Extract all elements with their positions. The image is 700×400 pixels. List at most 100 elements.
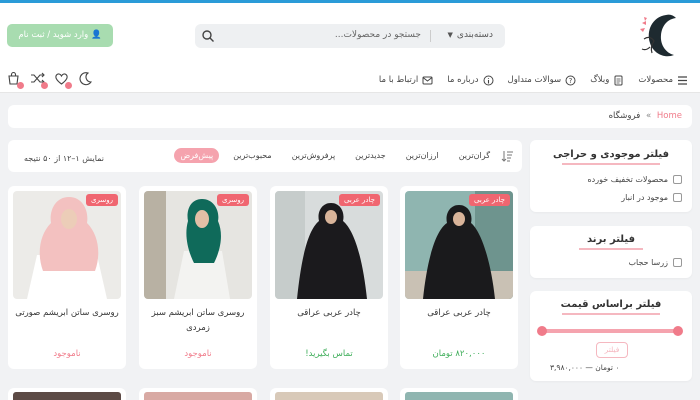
- price-filter-panel: فیلتر براساس قیمت فیلتر ۰ تومان — ۳,۹۸۰,…: [530, 291, 692, 381]
- product-card[interactable]: [270, 388, 388, 400]
- product-image[interactable]: [13, 392, 121, 400]
- sort-bar: پیش‌فرض محبوب‌ترین پرفروش‌ترین جدیدترین …: [8, 140, 522, 172]
- header-icon-group: [6, 71, 93, 89]
- sort-option-newest[interactable]: جدیدترین: [349, 148, 392, 163]
- search-icon[interactable]: [201, 29, 215, 43]
- menu-item-faq[interactable]: ? سوالات متداول: [508, 72, 577, 88]
- product-category-badge: روسری: [217, 194, 249, 206]
- menu-item-label: محصولات: [638, 75, 673, 85]
- price-slider-handle-min[interactable]: [537, 326, 547, 336]
- product-image[interactable]: [144, 392, 252, 400]
- menu-item-label: درباره ما: [447, 75, 479, 85]
- menu-item-label: ارتباط با ما: [378, 75, 419, 85]
- sort-option-popular[interactable]: محبوب‌ترین: [227, 148, 277, 163]
- brand-filter-panel: فیلتر برند زرسا حجاب: [530, 226, 692, 278]
- product-name[interactable]: روسری ساتن ابریشم سبز زمردی: [143, 306, 253, 336]
- breadcrumb: Home » فروشگاه: [8, 105, 692, 128]
- product-image[interactable]: [13, 191, 121, 299]
- filter-option-label: محصولات تخفیف خورده: [587, 175, 668, 184]
- document-icon: [614, 75, 623, 85]
- product-price: ۸۲۰,۰۰۰ تومان: [432, 349, 486, 359]
- stock-filter-title-text: فیلتر موجودی و حراجی: [552, 149, 670, 160]
- breadcrumb-separator: »: [645, 111, 652, 121]
- filter-option-brand-zarsa[interactable]: زرسا حجاب: [628, 258, 682, 267]
- checkbox[interactable]: [673, 193, 682, 202]
- price-range-text: ۰ تومان — ۳,۹۸۰,۰۰۰: [550, 363, 620, 372]
- product-image[interactable]: [405, 392, 513, 400]
- product-card[interactable]: [400, 388, 518, 400]
- search-input[interactable]: جستجو در محصولات...: [335, 30, 421, 40]
- product-image[interactable]: [275, 392, 383, 400]
- brand-filter-title: فیلتر برند: [530, 234, 692, 250]
- main-menu: محصولات وبلاگ ? سوالات متداول درباره ما …: [379, 72, 688, 88]
- filter-option-label: موجود در انبار: [621, 193, 668, 202]
- product-price: ناموجود: [53, 349, 81, 359]
- price-slider-handle-max[interactable]: [673, 326, 683, 336]
- price-filter-title: فیلتر براساس قیمت: [530, 299, 692, 315]
- product-image[interactable]: [405, 191, 513, 299]
- menu-item-blog[interactable]: وبلاگ: [590, 72, 624, 88]
- wishlist-badge: [65, 82, 72, 89]
- hamburger-icon: [678, 75, 687, 85]
- brand-logo[interactable]: [636, 9, 690, 63]
- mail-icon: [422, 76, 433, 84]
- product-name[interactable]: چادر عربی عراقی: [274, 306, 384, 321]
- filter-option-in-stock[interactable]: موجود در انبار: [621, 193, 682, 202]
- product-card[interactable]: روسری روسری ساتن ابریشم سبز زمردی ناموجو…: [139, 186, 257, 369]
- sort-option-expensive[interactable]: گران‌ترین: [453, 148, 496, 163]
- product-card[interactable]: روسری روسری ساتن ابریشم صورتی ناموجود: [8, 186, 126, 369]
- product-image[interactable]: [144, 191, 252, 299]
- question-icon: ?: [565, 75, 576, 85]
- sort-option-default[interactable]: پیش‌فرض: [174, 148, 220, 163]
- title-underline: [562, 163, 660, 165]
- search-divider: [430, 30, 431, 42]
- price-range-slider[interactable]: [537, 326, 683, 336]
- sort-option-bestselling[interactable]: پرفروش‌ترین: [286, 148, 341, 163]
- menu-item-label: سوالات متداول: [507, 75, 562, 85]
- product-name[interactable]: روسری ساتن ابریشم صورتی: [12, 306, 122, 321]
- login-register-button[interactable]: 👤 وارد شوید / ثبت نام: [7, 24, 113, 47]
- breadcrumb-current: فروشگاه: [608, 111, 641, 121]
- price-filter-title-text: فیلتر براساس قیمت: [560, 299, 662, 310]
- product-category-badge: چادر عربی: [468, 194, 510, 206]
- login-label: وارد شوید / ثبت نام: [18, 30, 89, 40]
- sort-options: پیش‌فرض محبوب‌ترین پرفروش‌ترین جدیدترین …: [174, 148, 496, 163]
- breadcrumb-home-link[interactable]: Home: [657, 111, 682, 121]
- menu-item-products[interactable]: محصولات: [638, 72, 688, 88]
- product-card[interactable]: [139, 388, 257, 400]
- filter-option-discounted[interactable]: محصولات تخفیف خورده: [587, 175, 682, 184]
- user-icon: 👤: [90, 30, 102, 40]
- sort-icon: [501, 151, 513, 162]
- product-card[interactable]: چادر عربی چادر عربی عراقی تماس بگیرید!: [270, 186, 388, 369]
- product-category-badge: چادر عربی: [338, 194, 380, 206]
- price-filter-button[interactable]: فیلتر: [596, 342, 628, 358]
- checkbox[interactable]: [673, 175, 682, 184]
- chevron-down-icon: ▼: [447, 31, 453, 39]
- product-card[interactable]: [8, 388, 126, 400]
- product-image[interactable]: [275, 191, 383, 299]
- brand-filter-title-text: فیلتر برند: [586, 234, 635, 245]
- result-count: نمایش ۱–۱۲ از ۵۰ نتیجه: [24, 154, 104, 163]
- stock-filter-panel: فیلتر موجودی و حراجی محصولات تخفیف خورده…: [530, 140, 692, 212]
- product-name[interactable]: چادر عربی عراقی: [404, 306, 514, 321]
- info-icon: [483, 75, 494, 85]
- heart-icon[interactable]: [54, 71, 72, 89]
- search-category-select[interactable]: دسته‌بندی▼: [448, 30, 493, 40]
- product-card[interactable]: چادر عربی چادر عربی عراقی ۸۲۰,۰۰۰ تومان: [400, 186, 518, 369]
- checkbox[interactable]: [673, 258, 682, 267]
- stock-filter-title: فیلتر موجودی و حراجی: [530, 149, 692, 165]
- title-underline: [578, 248, 644, 250]
- moon-icon[interactable]: [78, 71, 93, 86]
- site-header: جستجو در محصولات... دسته‌بندی▼ 👤 وارد شو…: [0, 3, 700, 93]
- cart-icon[interactable]: [6, 71, 24, 89]
- cart-badge: [17, 82, 24, 89]
- menu-item-contact[interactable]: ارتباط با ما: [379, 72, 433, 88]
- filter-option-label: زرسا حجاب: [628, 258, 669, 267]
- compare-badge: [41, 82, 48, 89]
- shuffle-icon[interactable]: [30, 71, 48, 89]
- menu-item-about[interactable]: درباره ما: [447, 72, 494, 88]
- menu-item-label: وبلاگ: [590, 75, 610, 85]
- product-category-badge: روسری: [86, 194, 118, 206]
- sort-option-cheapest[interactable]: ارزان‌ترین: [400, 148, 445, 163]
- search-bar[interactable]: جستجو در محصولات... دسته‌بندی▼: [195, 24, 505, 48]
